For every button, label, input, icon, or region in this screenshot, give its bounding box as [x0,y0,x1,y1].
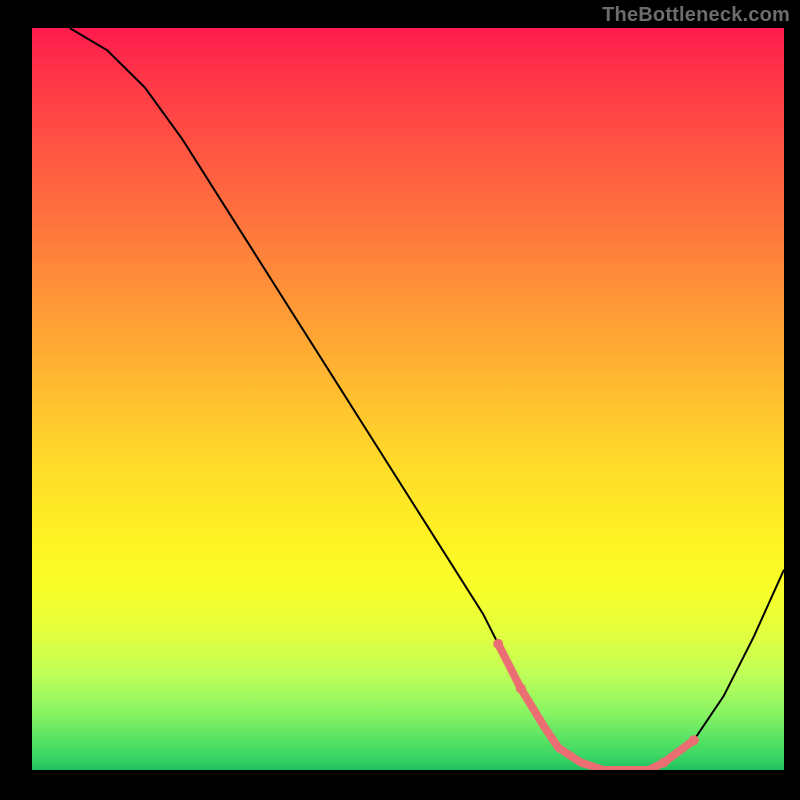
marker-dot [493,639,503,649]
optimal-range-markers [493,639,699,768]
attribution-text: TheBottleneck.com [602,4,790,27]
curve-layer [32,28,784,770]
optimal-range-band [498,644,694,770]
marker-dot [659,758,669,768]
chart-frame: TheBottleneck.com [0,0,800,800]
plot-area [32,28,784,770]
bottleneck-curve [70,28,784,770]
marker-dot [516,683,526,693]
marker-dot [689,735,699,745]
